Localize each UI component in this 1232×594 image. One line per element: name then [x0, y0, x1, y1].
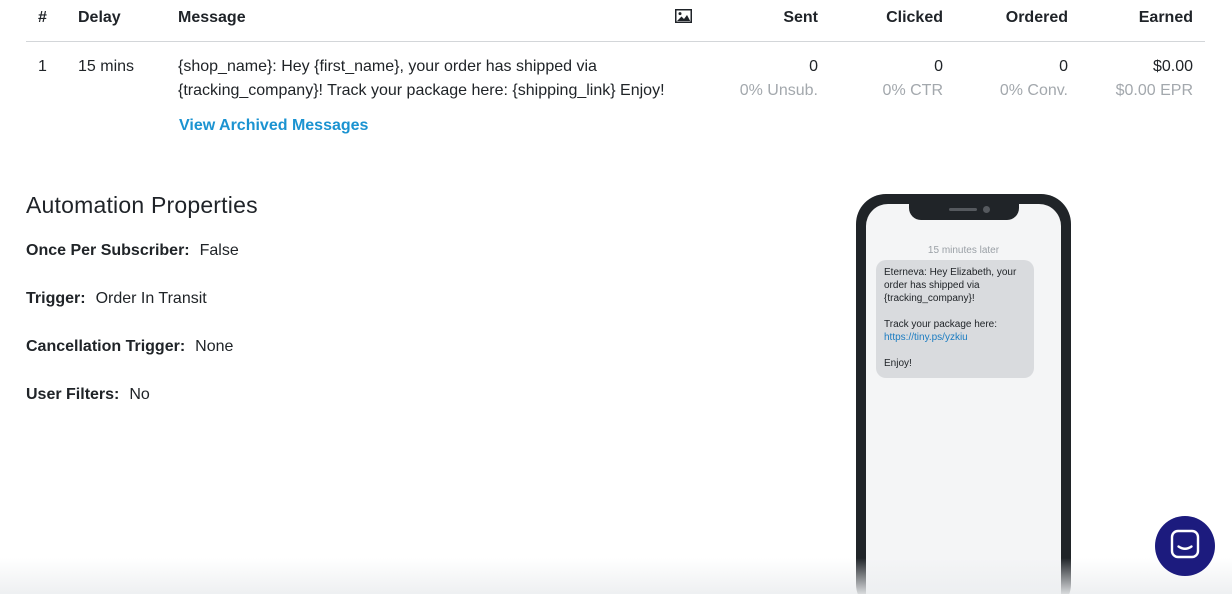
- unsub-rate: 0% Unsub.: [739, 82, 818, 99]
- property-key: Cancellation Trigger:: [26, 338, 186, 355]
- chat-launcher-button[interactable]: [1155, 516, 1215, 576]
- property-value: No: [129, 386, 150, 403]
- earned-value: $0.00: [1152, 58, 1193, 75]
- property-user-filters: User Filters: No: [26, 384, 150, 406]
- phone-preview: 15 minutes later Eterneva: Hey Elizabeth…: [856, 194, 1071, 594]
- messages-table: # Delay Message Sent Clicked Ordered Ear…: [26, 0, 1205, 134]
- property-value: None: [195, 338, 234, 355]
- bubble-tracking-link: https://tiny.ps/yzkiu: [884, 332, 968, 343]
- bubble-greeting: Eterneva: Hey Elizabeth, your order has …: [884, 267, 1017, 304]
- view-archived-messages-link[interactable]: View Archived Messages: [179, 115, 368, 137]
- automation-properties: Automation Properties Once Per Subscribe…: [26, 190, 258, 403]
- phone-notch: [909, 204, 1019, 220]
- ctr-rate: 0% CTR: [882, 82, 943, 99]
- row-earned: $0.00 $0.00 EPR: [1116, 55, 1193, 103]
- bubble-track-text: Track your package here:: [884, 319, 998, 330]
- property-value: False: [199, 242, 239, 259]
- epr-value: $0.00 EPR: [1115, 82, 1193, 99]
- camera-icon: [983, 206, 990, 213]
- message-delay-label: 15 minutes later: [927, 245, 1000, 256]
- property-value: Order In Transit: [95, 290, 207, 307]
- phone-screen: 15 minutes later Eterneva: Hey Elizabeth…: [866, 204, 1061, 594]
- row-delay: 15 mins: [78, 58, 135, 75]
- property-cancellation-trigger: Cancellation Trigger: None: [26, 336, 233, 358]
- row-ordered: 0 0% Conv.: [1000, 55, 1068, 103]
- sms-bubble: Eterneva: Hey Elizabeth, your order has …: [876, 260, 1034, 378]
- conv-rate: 0% Conv.: [999, 82, 1068, 99]
- property-key: Once Per Subscriber:: [26, 242, 190, 259]
- speaker-icon: [949, 208, 977, 211]
- property-key: User Filters:: [26, 386, 120, 403]
- section-title: Automation Properties: [26, 192, 258, 218]
- property-trigger: Trigger: Order In Transit: [26, 288, 207, 310]
- row-sent: 0 0% Unsub.: [740, 55, 818, 103]
- property-key: Trigger:: [26, 290, 86, 307]
- row-clicked: 0 0% CTR: [883, 55, 943, 103]
- property-once-per-subscriber: Once Per Subscriber: False: [26, 240, 239, 262]
- clicked-value: 0: [934, 58, 943, 75]
- table-row: 1 15 mins {shop_name}: Hey {first_name},…: [26, 0, 1205, 134]
- chat-icon: [1170, 529, 1200, 564]
- bubble-closing: Enjoy!: [884, 358, 912, 369]
- ordered-value: 0: [1059, 58, 1068, 75]
- sent-value: 0: [809, 58, 818, 75]
- row-num: 1: [38, 58, 47, 75]
- row-message: {shop_name}: Hey {first_name}, your orde…: [178, 58, 665, 99]
